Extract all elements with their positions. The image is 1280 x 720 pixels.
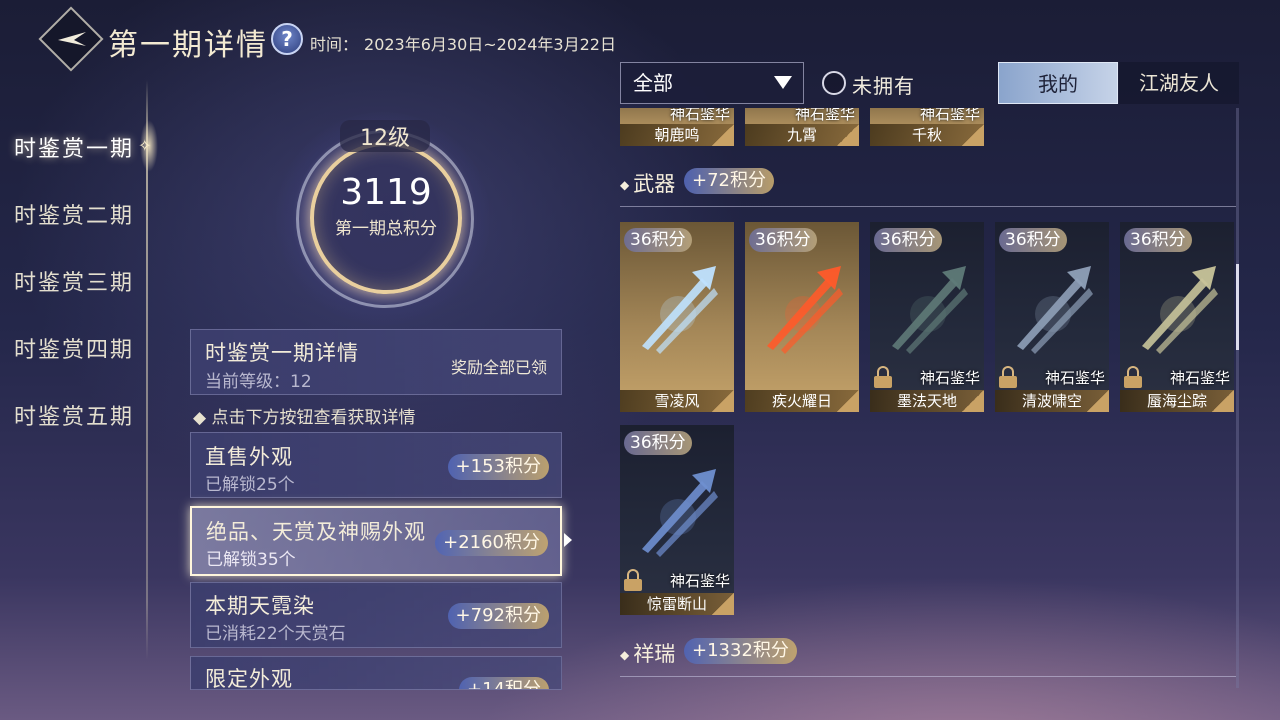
active-sparkle-icon: ✧ (138, 136, 152, 155)
help-icon[interactable]: ? (271, 23, 303, 55)
current-level: 当前等级：12 (205, 372, 312, 392)
card-tag: 神石鉴华 (669, 572, 730, 590)
card-tag: 神石鉴华 (1169, 369, 1230, 387)
category-title: 限定外观 (205, 667, 293, 690)
card-points: 36积分 (1124, 228, 1192, 252)
card-tag: 神石鉴华 (669, 108, 730, 123)
weapon-card[interactable]: 36积分 雪凌风 (620, 222, 734, 412)
page-title: 第一期详情 (108, 28, 268, 63)
category-direct-sale[interactable]: 直售外观 已解锁25个 +153积分 (190, 432, 562, 498)
card-corner-icon (712, 124, 734, 146)
nav-item-period-3[interactable]: 时鉴赏三期 (14, 265, 134, 297)
lock-icon (874, 366, 892, 388)
card-corner-icon (962, 124, 984, 146)
collection-scroll-area[interactable]: 神石鉴华 朝鹿鸣 神石鉴华 九霄 神石鉴华 千秋 ◆ 武器 +72积分 36积分雪… (616, 108, 1236, 688)
weapon-card[interactable]: 36积分 神石鉴华 蜃海尘踪 (1120, 222, 1234, 412)
card-corner-icon (1212, 390, 1234, 412)
category-dye[interactable]: 本期天霓染 已消耗22个天赏石 +792积分 (190, 582, 562, 648)
tab-friends[interactable]: 江湖友人 (1119, 62, 1239, 104)
category-title: 直售外观 (205, 445, 293, 469)
card-corner-icon (712, 390, 734, 412)
category-sub: 已解锁25个 (205, 475, 295, 495)
card-points: 36积分 (749, 228, 817, 252)
card-corner-icon (1087, 390, 1109, 412)
weapon-card[interactable]: 36积分 神石鉴华 墨法天地 (870, 222, 984, 412)
score-level: 12级 (340, 120, 430, 152)
card-tag: 神石鉴华 (794, 108, 855, 123)
nav-item-period-4[interactable]: 时鉴赏四期 (14, 332, 134, 364)
card-points: 36积分 (874, 228, 942, 252)
category-title: 绝品、天赏及神赐外观 (206, 520, 426, 544)
diamond-icon: ◆ (620, 648, 630, 662)
scrollbar-thumb[interactable] (1236, 264, 1239, 350)
back-arrow-icon (58, 32, 86, 46)
category-points: +792积分 (447, 603, 549, 629)
card-corner-icon (837, 124, 859, 146)
panel-title: 时鉴赏一期详情 (205, 341, 359, 365)
appearance-card[interactable]: 神石鉴华 千秋 (870, 108, 984, 146)
score-caption: 第一期总积分 (335, 219, 437, 239)
nav-item-period-5[interactable]: 时鉴赏五期 (14, 399, 134, 431)
section-auspicious-title: ◆ 祥瑞 (620, 638, 675, 668)
weapon-card[interactable]: 36积分 神石鉴华 惊雷断山 (620, 425, 734, 615)
weapon-card[interactable]: 36积分 疾火耀日 (745, 222, 859, 412)
nav-item-period-2[interactable]: 时鉴赏二期 (14, 198, 134, 230)
category-sub: 已解锁35个 (206, 550, 296, 570)
section-auspicious-points: +1332积分 (684, 638, 797, 664)
lock-icon (999, 366, 1017, 388)
card-corner-icon (962, 390, 984, 412)
card-tag: 神石鉴华 (1044, 369, 1105, 387)
section-title-text: 祥瑞 (633, 642, 676, 666)
section-title-text: 武器 (633, 172, 676, 196)
section-weapons-points: +72积分 (684, 168, 774, 194)
weapon-art-icon (642, 266, 718, 354)
card-points: 36积分 (624, 431, 692, 455)
unowned-label[interactable]: 未拥有 (852, 70, 915, 99)
period-detail-panel: 时鉴赏一期详情 当前等级：12 奖励全部已领 (190, 329, 562, 395)
lock-icon (624, 569, 642, 591)
tab-mine[interactable]: 我的 (998, 62, 1118, 104)
weapon-art-icon (642, 469, 718, 557)
weapon-art-icon (767, 266, 843, 354)
weapon-art-icon (1017, 266, 1093, 354)
category-sub: 已消耗22个天赏石 (205, 624, 346, 644)
card-corner-icon (712, 593, 734, 615)
card-tag: 神石鉴华 (919, 108, 980, 123)
time-label: 时间： (310, 35, 359, 54)
reward-status: 奖励全部已领 (450, 358, 547, 377)
score-total: 3119 (340, 172, 432, 213)
scrollbar-track[interactable] (1236, 108, 1239, 688)
card-points: 36积分 (624, 228, 692, 252)
card-corner-icon (837, 390, 859, 412)
selected-arrow-icon (564, 533, 572, 547)
unowned-radio[interactable] (822, 71, 846, 95)
lock-icon (1124, 366, 1142, 388)
dropdown-arrow-icon (774, 76, 792, 89)
time-range: 时间： 2023年6月30日~2024年3月22日 (310, 31, 622, 55)
weapon-art-icon (1142, 266, 1218, 354)
appearance-card[interactable]: 神石鉴华 九霄 (745, 108, 859, 146)
category-points: +153积分 (447, 454, 549, 480)
category-limited[interactable]: 限定外观 +14积分 (190, 656, 562, 690)
section-divider (620, 206, 1236, 207)
weapon-art-icon (892, 266, 968, 354)
section-divider (620, 676, 1236, 677)
hint-text: ◆ 点击下方按钮查看获取详情 (193, 408, 416, 428)
time-value: 2023年6月30日~2024年3月22日 (364, 35, 616, 54)
appearance-card[interactable]: 神石鉴华 朝鹿鸣 (620, 108, 734, 146)
category-title: 本期天霓染 (205, 594, 315, 618)
category-premium[interactable]: 绝品、天赏及神赐外观 已解锁35个 +2160积分 (190, 506, 562, 576)
card-tag: 神石鉴华 (919, 369, 980, 387)
section-weapons-title: ◆ 武器 (620, 168, 675, 198)
category-points: +2160积分 (435, 530, 548, 556)
weapon-card[interactable]: 36积分 神石鉴华 清波啸空 (995, 222, 1109, 412)
card-points: 36积分 (999, 228, 1067, 252)
category-points: +14积分 (459, 677, 549, 689)
diamond-icon: ◆ (620, 178, 630, 192)
nav-item-period-1[interactable]: 时鉴赏一期 (14, 131, 134, 163)
hint-label: 点击下方按钮查看获取详情 (211, 408, 416, 428)
